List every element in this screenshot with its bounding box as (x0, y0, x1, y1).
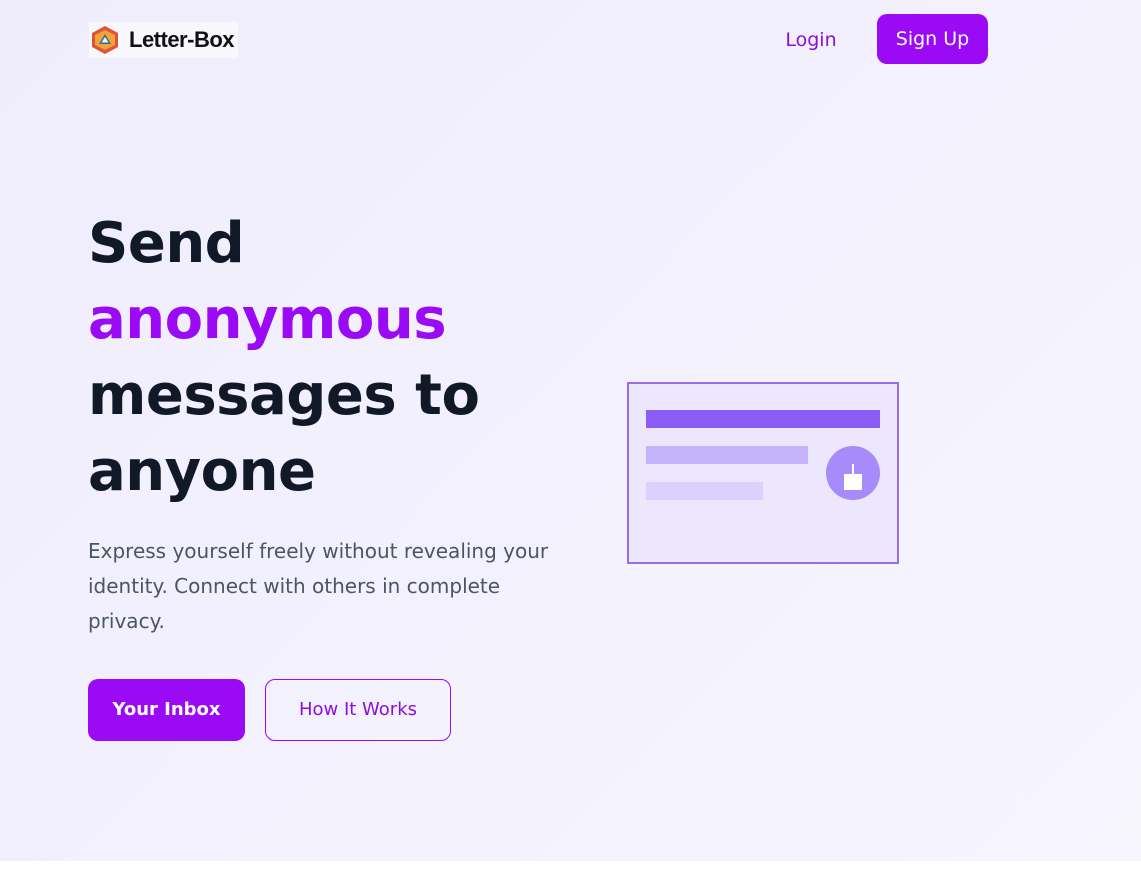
illustration-bar-short (646, 482, 763, 500)
illustration-bar-title (646, 410, 880, 428)
headline-accent-word: anonymous (88, 287, 447, 352)
lock-icon (826, 446, 880, 500)
hero-subtext: Express yourself freely without revealin… (88, 539, 549, 633)
hero-section: Letter-Box Login Sign Up Send anonymous … (0, 0, 1141, 861)
hero-headline: Send anonymous messages to anyone (88, 206, 480, 510)
brand-name: Letter-Box (129, 27, 235, 52)
headline-line-4: anyone (88, 439, 316, 504)
logo-icon (92, 26, 118, 54)
how-it-works-button[interactable]: How It Works (265, 679, 451, 741)
illustration-bar-line (646, 446, 808, 464)
headline-line-3: messages to (88, 363, 480, 428)
brand-logo[interactable]: Letter-Box (89, 22, 239, 58)
signup-button[interactable]: Sign Up (877, 14, 988, 64)
message-card-illustration (627, 382, 899, 564)
lock-body (844, 474, 862, 490)
lock-shackle (852, 464, 854, 474)
your-inbox-button[interactable]: Your Inbox (88, 679, 245, 741)
headline-line-1: Send (88, 211, 245, 276)
login-link[interactable]: Login (770, 20, 852, 60)
